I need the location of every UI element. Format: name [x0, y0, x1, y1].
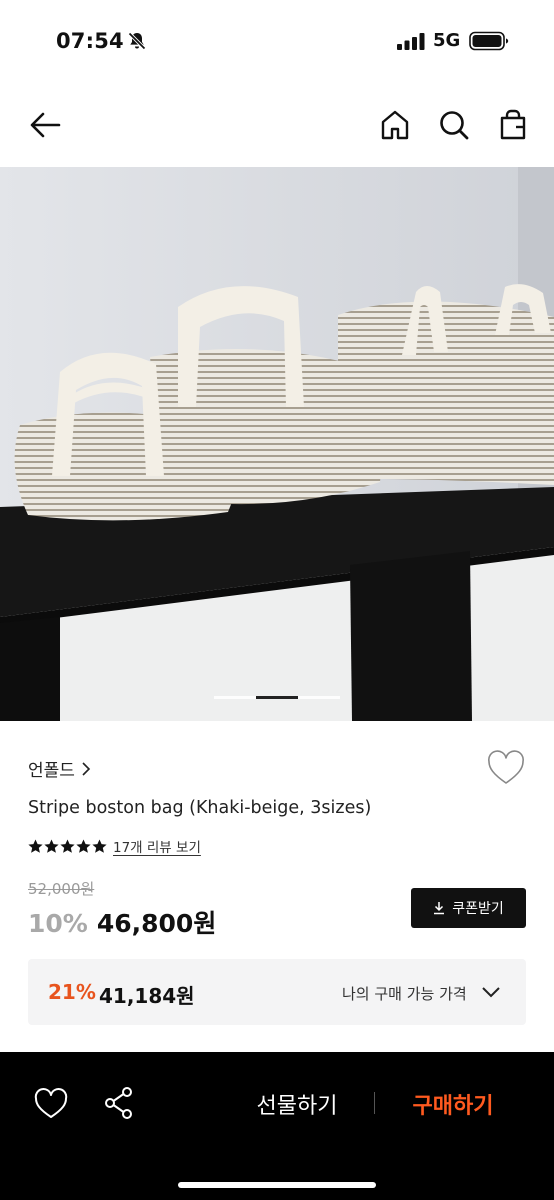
discount-rate: 10%	[28, 909, 88, 938]
top-navigation-bar	[0, 90, 554, 162]
status-bar: 07:54 5G	[0, 0, 554, 84]
star-icon	[28, 839, 43, 853]
battery-icon	[469, 31, 509, 51]
gift-button[interactable]: 선물하기	[226, 1086, 368, 1122]
coupon-button-label: 쿠폰받기	[452, 901, 504, 917]
my-price-label: 나의 구매 가능 가격	[342, 985, 467, 1003]
coupon-button[interactable]: 쿠폰받기	[411, 888, 526, 928]
product-title: Stripe boston bag (Khaki-beige, 3sizes)	[28, 798, 372, 818]
sale-price: 46,800원	[96, 909, 217, 938]
star-icon	[60, 839, 75, 853]
chevron-right-icon	[82, 761, 91, 776]
star-icon	[44, 839, 59, 853]
wishlist-heart-icon[interactable]	[487, 750, 525, 786]
home-indicator[interactable]	[178, 1182, 376, 1188]
signal-bars-icon	[397, 33, 425, 50]
shopping-bag-icon[interactable]	[496, 108, 530, 142]
heart-icon[interactable]	[34, 1088, 68, 1120]
rating-row: 17개 리뷰 보기	[28, 836, 201, 856]
star-rating	[28, 839, 107, 854]
product-image-gallery[interactable]	[0, 167, 554, 721]
back-arrow-icon[interactable]	[28, 108, 62, 142]
product-photo	[0, 167, 554, 721]
brand-link[interactable]: 언폴드	[28, 756, 91, 781]
star-icon	[92, 839, 107, 853]
my-price-discount: 21%	[48, 980, 96, 1004]
review-link[interactable]: 17개 리뷰 보기	[113, 836, 201, 856]
brand-name: 언폴드	[28, 761, 75, 781]
gallery-page-indicator	[214, 696, 340, 699]
home-icon[interactable]	[378, 108, 412, 142]
chevron-down-icon	[482, 987, 500, 998]
star-icon	[76, 839, 91, 853]
status-time: 07:54	[56, 29, 124, 53]
search-icon[interactable]	[437, 108, 471, 142]
network-type: 5G	[433, 30, 461, 51]
bell-slash-icon	[128, 32, 146, 50]
buy-button[interactable]: 구매하기	[382, 1086, 524, 1122]
price-row: 10% 46,800원	[28, 904, 216, 940]
my-price-panel[interactable]: 21% 41,184원 나의 구매 가능 가격	[28, 959, 526, 1025]
divider	[374, 1092, 375, 1114]
original-price: 52,000원	[28, 880, 95, 898]
my-price-value: 41,184원	[99, 984, 195, 1008]
download-icon	[434, 902, 445, 915]
bottom-action-bar: 선물하기 구매하기	[0, 1052, 554, 1200]
share-icon[interactable]	[103, 1086, 135, 1120]
